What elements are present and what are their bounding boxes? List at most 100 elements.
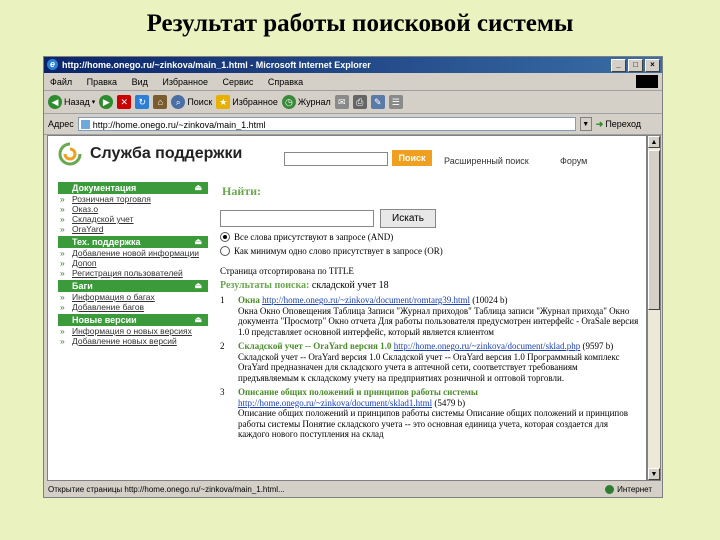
result-size: (9597 b) bbox=[582, 341, 614, 351]
status-text: Открытие страницы http://home.onego.ru/~… bbox=[48, 485, 285, 494]
toolbar: ◀ Назад ▾ ▶ ✕ ↻ ⌂ ⌕ Поиск ★ Избранное ◷ … bbox=[44, 91, 662, 114]
radio-and[interactable] bbox=[220, 232, 230, 242]
nav-link[interactable]: OraYard bbox=[58, 224, 208, 234]
favorites-button[interactable]: ★ Избранное bbox=[216, 95, 278, 109]
chevron-down-icon: ▾ bbox=[91, 99, 96, 106]
result-number: 1 bbox=[220, 295, 225, 305]
address-label: Адрес bbox=[48, 119, 74, 129]
collapse-icon: ⏏ bbox=[194, 183, 202, 192]
zone-label: Интернет bbox=[617, 485, 652, 494]
security-zone: Интернет bbox=[605, 482, 652, 497]
menu-edit[interactable]: Правка bbox=[87, 77, 117, 87]
section-tech-support[interactable]: Тех. поддержка ⏏ bbox=[58, 236, 208, 248]
minimize-button[interactable]: _ bbox=[611, 59, 626, 72]
search-result: 1 Окна http://home.onego.ru/~zinkova/doc… bbox=[220, 295, 640, 337]
search-button[interactable]: ⌕ Поиск bbox=[171, 95, 212, 109]
nav-link[interactable]: Розничная торговля bbox=[58, 194, 208, 204]
nav-link[interactable]: Регистрация пользователей bbox=[58, 268, 208, 278]
history-icon: ◷ bbox=[281, 95, 296, 109]
scroll-up-button[interactable]: ▲ bbox=[648, 136, 660, 148]
address-url: http://home.onego.ru/~zinkova/main_1.htm… bbox=[92, 120, 266, 130]
result-url[interactable]: http://home.onego.ru/~zinkova/document/s… bbox=[238, 398, 432, 408]
radio-or[interactable] bbox=[220, 246, 230, 256]
menu-file[interactable]: Файл bbox=[50, 77, 72, 87]
nav-link[interactable]: Добавление новых версий bbox=[58, 336, 208, 346]
section-documentation[interactable]: Документация ⏏ bbox=[58, 182, 208, 194]
menu-view[interactable]: Вид bbox=[132, 77, 148, 87]
go-button[interactable]: ➜ Переход bbox=[596, 119, 641, 130]
search-result: 2 Складской учет -- OraYard версия 1.0 h… bbox=[220, 341, 640, 383]
section-new-versions[interactable]: Новые версии ⏏ bbox=[58, 314, 208, 326]
go-arrow-icon: ➜ bbox=[595, 118, 604, 129]
section-title: Документация bbox=[72, 183, 137, 193]
result-title[interactable]: Описание общих положений и принципов раб… bbox=[238, 387, 478, 397]
windows-logo-icon bbox=[636, 75, 658, 88]
back-button[interactable]: ◀ Назад ▾ bbox=[48, 95, 95, 109]
scroll-thumb[interactable] bbox=[648, 150, 660, 310]
header-search-button[interactable]: Поиск bbox=[392, 150, 432, 166]
nav-link[interactable]: Информация о новых версиях bbox=[58, 326, 208, 336]
sort-note: Страница отсортирована по TITLE bbox=[220, 266, 354, 276]
scroll-down-button[interactable]: ▼ bbox=[648, 468, 660, 480]
edit-icon[interactable]: ✎ bbox=[370, 95, 385, 109]
search-label: Поиск bbox=[187, 97, 213, 107]
result-snippet: Описание общих положений и принципов раб… bbox=[238, 408, 628, 439]
internet-globe-icon bbox=[605, 485, 615, 495]
result-url[interactable]: http://home.onego.ru/~zinkova/document/s… bbox=[394, 341, 581, 351]
header-search-input[interactable] bbox=[284, 152, 388, 166]
history-button[interactable]: ◷ Журнал bbox=[281, 95, 331, 109]
nav-link[interactable]: Добавление багов bbox=[58, 302, 208, 312]
browser-window: e http://home.onego.ru/~zinkova/main_1.h… bbox=[43, 56, 663, 498]
home-icon[interactable]: ⌂ bbox=[153, 95, 168, 109]
nav-link[interactable]: Складской учет bbox=[58, 214, 208, 224]
collapse-icon: ⏏ bbox=[194, 237, 202, 246]
nav-link[interactable]: Добавление новой информации bbox=[58, 248, 208, 258]
address-dropdown-button[interactable]: ▼ bbox=[579, 117, 592, 131]
submit-search-button[interactable]: Искать bbox=[380, 209, 436, 228]
address-input[interactable]: http://home.onego.ru/~zinkova/main_1.htm… bbox=[77, 117, 576, 131]
result-number: 2 bbox=[220, 341, 225, 351]
slide-title: Результат работы поисковой системы bbox=[146, 10, 574, 37]
option-or[interactable]: Как минимум одно слово присутствует в за… bbox=[220, 246, 640, 256]
advanced-search-link[interactable]: Расширенный поиск bbox=[444, 156, 529, 166]
discuss-icon[interactable]: ☰ bbox=[388, 95, 403, 109]
result-url[interactable]: http://home.onego.ru/~zinkova/document/r… bbox=[262, 295, 470, 305]
option-and[interactable]: Все слова присутствуют в запросе (AND) bbox=[220, 232, 640, 242]
forward-arrow-icon[interactable]: ▶ bbox=[99, 95, 114, 109]
maximize-button[interactable]: □ bbox=[628, 59, 643, 72]
window-titlebar[interactable]: e http://home.onego.ru/~zinkova/main_1.h… bbox=[44, 57, 662, 73]
menu-bar: Файл Правка Вид Избранное Сервис Справка bbox=[44, 74, 662, 91]
collapse-icon: ⏏ bbox=[194, 281, 202, 290]
close-button[interactable]: × bbox=[645, 59, 660, 72]
nav-link[interactable]: Информация о багах bbox=[58, 292, 208, 302]
status-bar: Открытие страницы http://home.onego.ru/~… bbox=[44, 482, 662, 497]
find-heading: Найти: bbox=[222, 184, 262, 198]
site-header: Служба поддержки Поиск Расширенный поиск… bbox=[48, 136, 646, 178]
refresh-icon[interactable]: ↻ bbox=[135, 95, 150, 109]
result-title[interactable]: Окна bbox=[238, 295, 260, 305]
menu-tools[interactable]: Сервис bbox=[223, 77, 254, 87]
section-bugs[interactable]: Баги ⏏ bbox=[58, 280, 208, 292]
query-input[interactable] bbox=[220, 210, 374, 227]
search-icon: ⌕ bbox=[171, 95, 186, 109]
back-label: Назад bbox=[64, 97, 90, 107]
vertical-scrollbar[interactable]: ▲ ▼ bbox=[647, 135, 661, 481]
results-header: Результаты поиска: складской учет 18 bbox=[220, 280, 640, 291]
section-title: Новые версии bbox=[72, 315, 137, 325]
menu-help[interactable]: Справка bbox=[268, 77, 303, 87]
site-logo-text: Служба поддержки bbox=[90, 145, 243, 162]
favorites-label: Избранное bbox=[232, 97, 278, 107]
nav-link[interactable]: Допоп bbox=[58, 258, 208, 268]
history-label: Журнал bbox=[297, 97, 331, 107]
section-title: Баги bbox=[72, 281, 93, 291]
forum-link[interactable]: Форум bbox=[560, 156, 587, 166]
go-label: Переход bbox=[605, 119, 642, 129]
support-logo-icon bbox=[58, 142, 82, 166]
mail-icon[interactable]: ✉ bbox=[334, 95, 349, 109]
print-icon[interactable]: ⎙ bbox=[352, 95, 367, 109]
menu-favorites[interactable]: Избранное bbox=[162, 77, 208, 87]
stop-icon[interactable]: ✕ bbox=[117, 95, 132, 109]
result-title[interactable]: Складской учет -- OraYard версия 1.0 bbox=[238, 341, 391, 351]
nav-link[interactable]: Оказ.о bbox=[58, 204, 208, 214]
result-size: (5479 b) bbox=[434, 397, 466, 408]
